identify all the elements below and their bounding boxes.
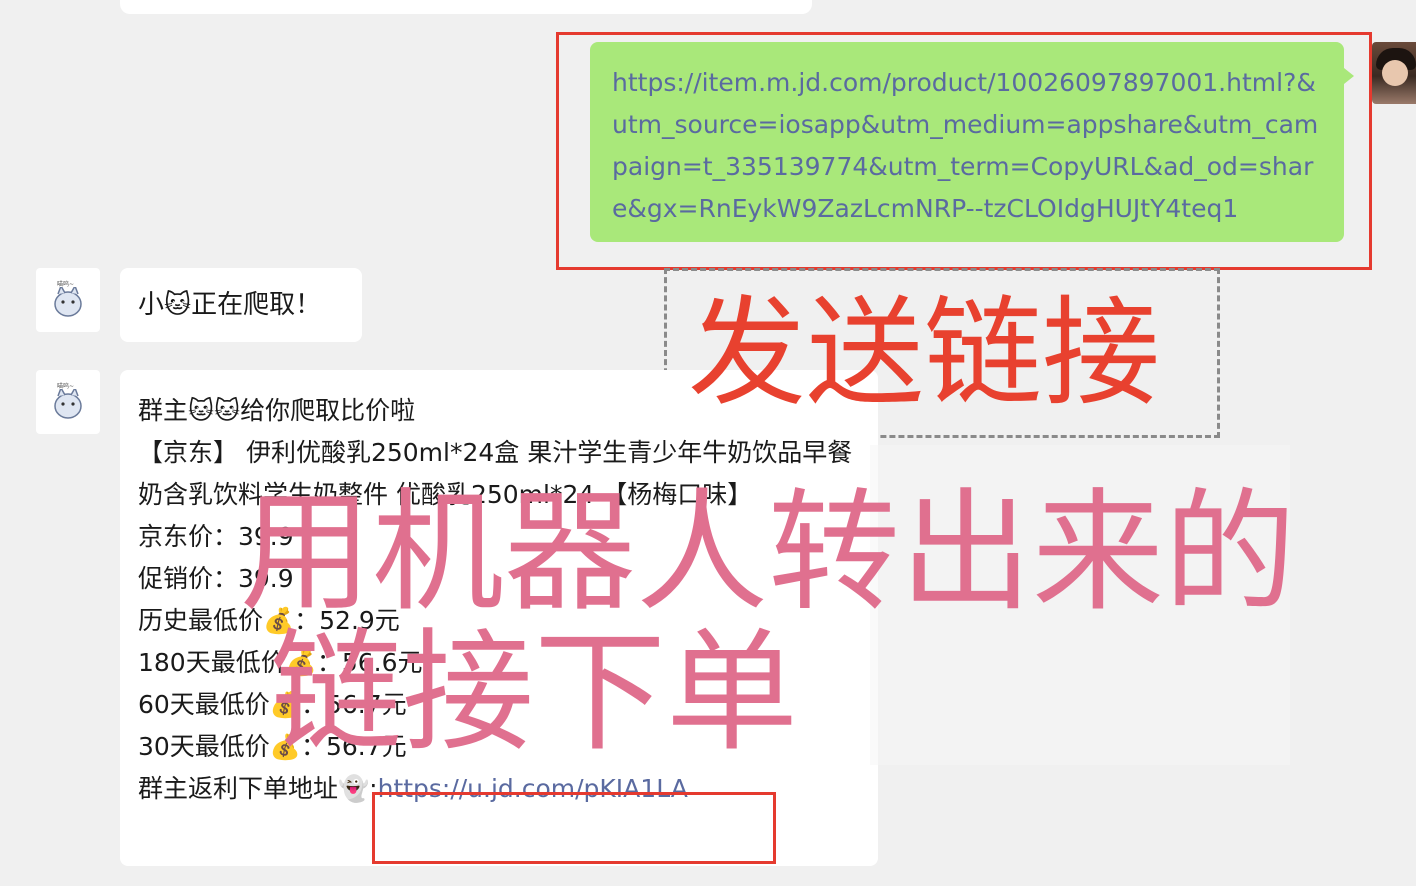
cat-sticker-icon: 喵呜~: [54, 280, 82, 317]
bot-avatar[interactable]: 喵呜~: [36, 268, 100, 332]
rebate-label: 群主返利下单地址👻:: [138, 774, 378, 803]
svg-text:喵呜~: 喵呜~: [57, 382, 74, 390]
caption-robot-line1: 用机器人转出来的: [240, 476, 1296, 630]
sent-link-highlight-box: [556, 32, 1372, 270]
bot-avatar[interactable]: 喵呜~: [36, 370, 100, 434]
cat-sticker-icon: 喵呜~: [54, 382, 82, 419]
bot-message-crawling[interactable]: 小🐱正在爬取！: [120, 268, 362, 342]
user-avatar[interactable]: [1372, 42, 1416, 104]
avatar-face: [1382, 60, 1408, 86]
rebate-link-highlight-box: [372, 792, 776, 864]
svg-text:喵呜~: 喵呜~: [57, 280, 74, 288]
caption-send-link: 发送链接: [688, 284, 1161, 422]
previous-message-bubble: [120, 0, 812, 14]
caption-robot-line2: 链接下单: [270, 616, 798, 770]
bot-message-crawling-text: 小🐱正在爬取！: [138, 290, 322, 320]
